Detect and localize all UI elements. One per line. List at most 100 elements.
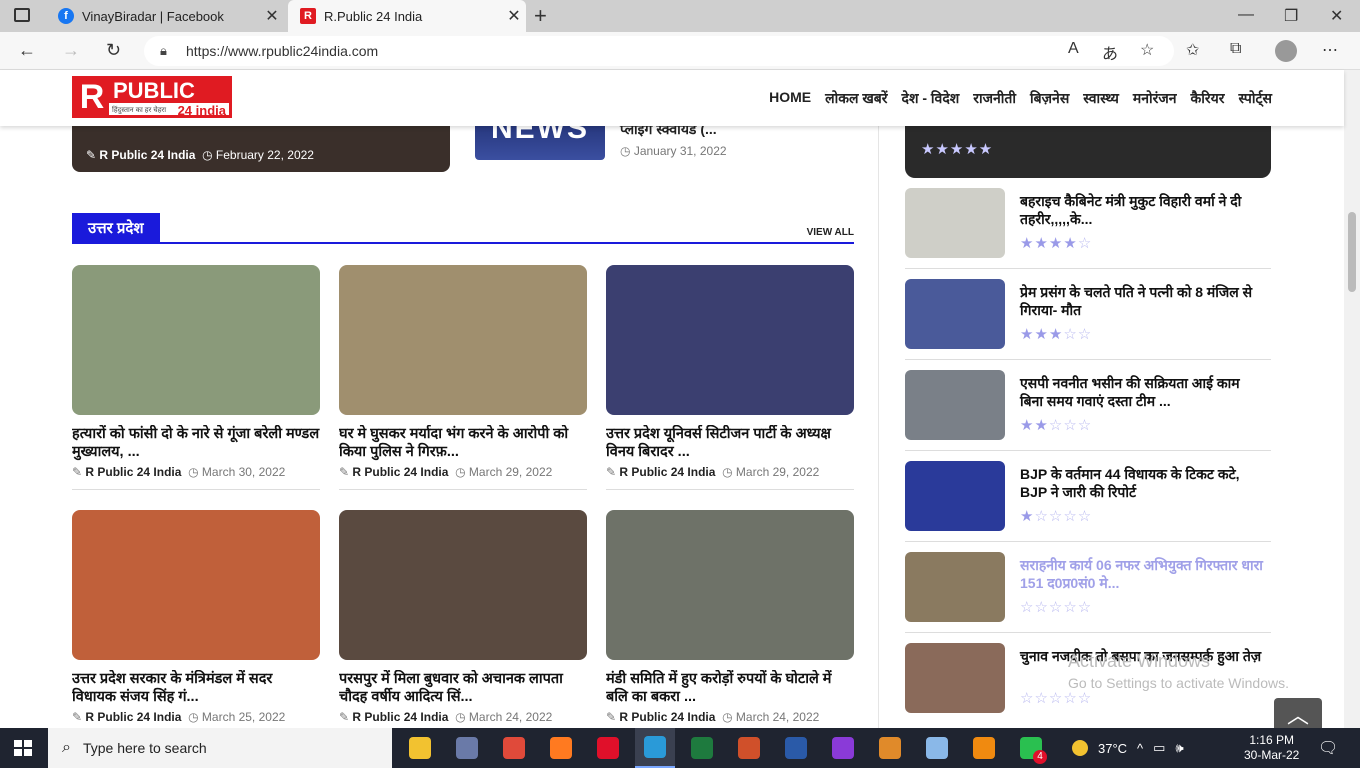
chrome-icon[interactable] [494,728,534,768]
article-title[interactable]: उत्तर प्रदेश सरकार के मंत्रिमंडल में सदर… [72,670,320,706]
article-card[interactable]: घर मे घुसकर मर्यादा भंग करने के आरोपी को… [339,265,587,490]
profile-avatar[interactable] [1275,40,1297,62]
article-card[interactable]: मंडी समिति में हुए करोड़ों रुपयों के घोट… [606,510,854,728]
sidebar-thumbnail[interactable] [905,643,1005,713]
sidebar-item[interactable]: बहराइच कैबिनेट मंत्री मुकुट विहारी वर्मा… [905,188,1271,269]
tab-facebook[interactable]: f VinayBiradar | Facebook ✕ [46,0,284,32]
menu-career[interactable]: कैरियर [1191,89,1225,108]
read-aloud-icon[interactable]: A [1068,40,1079,58]
forward-icon[interactable]: → [62,40,80,61]
menu-politics[interactable]: राजनीती [973,89,1016,108]
file-explorer-icon[interactable] [400,728,440,768]
menu-home[interactable]: HOME [769,89,811,108]
sidebar-thumbnail[interactable] [905,461,1005,531]
back-icon[interactable]: ← [18,40,36,61]
author-name[interactable]: R Public 24 India [352,710,448,724]
volume-icon[interactable]: 🕪︎ [1175,740,1183,756]
weather-icon[interactable] [1072,740,1088,756]
sidebar-title[interactable]: बहराइच कैबिनेट मंत्री मुकुट विहारी वर्मा… [1020,192,1265,228]
sidebar-title[interactable]: प्रेम प्रसंग के चलते पति ने पत्नी को 8 म… [1020,283,1265,319]
article-card[interactable]: उत्तर प्रदेश सरकार के मंत्रिमंडल में सदर… [72,510,320,728]
excel-icon[interactable] [682,728,722,768]
article-image[interactable] [606,265,854,415]
menu-local[interactable]: लोकल खबरें [825,89,887,108]
article-image[interactable] [606,510,854,660]
menu-business[interactable]: बिज़नेस [1030,89,1069,108]
close-window-icon[interactable]: ✕ [1330,6,1343,26]
minimize-icon[interactable]: — [1238,6,1254,24]
article-card[interactable]: उत्तर प्रदेश यूनिवर्स सिटीजन पार्टी के अ… [606,265,854,490]
top-story-card[interactable]: ✎ R Public 24 India ◷ February 22, 2022 [72,126,450,172]
edge-icon[interactable] [635,728,675,768]
word-icon[interactable] [776,728,816,768]
notepad-icon[interactable] [917,728,957,768]
notifications-icon[interactable]: 🗨︎ [1318,738,1338,758]
video-player-icon[interactable] [823,728,863,768]
scrollbar-thumb[interactable] [1348,212,1356,292]
close-icon[interactable]: ✕ [260,6,284,26]
scroll-to-top-button[interactable]: ︿ [1274,698,1322,728]
network-icon[interactable]: ▭ [1153,740,1165,756]
author-name[interactable]: R Public 24 India [619,465,715,479]
article-title[interactable]: उत्तर प्रदेश यूनिवर्स सिटीजन पार्टी के अ… [606,425,854,461]
article-title[interactable]: हत्यारों को फांसी दो के नारे से गूंजा बर… [72,425,320,461]
maximize-icon[interactable]: ❐ [1284,6,1298,26]
article-image[interactable] [72,510,320,660]
refresh-icon[interactable]: ↻ [106,40,121,61]
powerpoint-icon[interactable] [729,728,769,768]
start-icon[interactable] [14,740,32,756]
vlc-icon[interactable] [964,728,1004,768]
author-name[interactable]: R Public 24 India [85,465,181,479]
sidebar-item[interactable]: BJP के वर्तमान 44 विधायक के टिकट कटे, BJ… [905,461,1271,542]
sidebar-thumbnail[interactable] [905,370,1005,440]
collections-icon[interactable]: ⧉ [1230,40,1241,58]
author-name[interactable]: R Public 24 India [99,148,195,162]
view-all-link[interactable]: VIEW ALL [807,227,854,238]
add-favorite-icon[interactable]: ☆ [1140,40,1154,60]
close-icon[interactable]: ✕ [502,6,526,26]
taskbar-clock[interactable]: 1:16 PM 30-Mar-22 [1244,733,1299,763]
address-bar[interactable]: 🔒︎ https://www.rpublic24india.com [144,36,1174,66]
sidebar-thumbnail[interactable] [905,279,1005,349]
sidebar-item[interactable]: प्रेम प्रसंग के चलते पति ने पत्नी को 8 म… [905,279,1271,360]
author-name[interactable]: R Public 24 India [352,465,448,479]
sidebar-item[interactable]: सराहनीय कार्य 06 नफर अभियुक्त गिरफ्तार ध… [905,552,1271,633]
favorites-icon[interactable]: ✩ [1186,40,1199,60]
sidebar-thumbnail[interactable] [905,552,1005,622]
page-scrollbar[interactable] [1344,70,1360,728]
article-card[interactable]: हत्यारों को फांसी दो के नारे से गूंजा बर… [72,265,320,490]
sidebar-title[interactable]: BJP के वर्तमान 44 विधायक के टिकट कटे, BJ… [1020,465,1265,501]
lock-icon[interactable]: 🔒︎ [160,43,174,59]
firefox-icon[interactable] [541,728,581,768]
article-image[interactable] [339,510,587,660]
article-card[interactable]: परसपुर में मिला बुधवार को अचानक लापता चौ… [339,510,587,728]
top-story-title[interactable]: प्लाइंग स्क्वायड (... [620,126,717,139]
article-image[interactable] [339,265,587,415]
menu-sports[interactable]: स्पोर्ट्स [1238,89,1272,108]
menu-entertainment[interactable]: मनोरंजन [1133,89,1177,108]
author-name[interactable]: R Public 24 India [619,710,715,724]
menu-health[interactable]: स्वास्थ्य [1083,89,1119,108]
media-player-icon[interactable] [870,728,910,768]
translate-icon[interactable]: あ [1102,40,1118,64]
article-title[interactable]: परसपुर में मिला बुधवार को अचानक लापता चौ… [339,670,587,706]
site-logo[interactable]: R PUBLIC हिंदुस्तान का हर चेहरा 24 india [72,76,232,118]
menu-world[interactable]: देश - विदेश [902,89,960,108]
more-options-icon[interactable]: ⋯ [1322,40,1338,60]
sidebar-title[interactable]: एसपी नवनीत भसीन की सक्रियता आई काम बिना … [1020,374,1265,410]
whatsapp-icon[interactable]: 4 [1011,728,1051,768]
sidebar-title[interactable]: सराहनीय कार्य 06 नफर अभियुक्त गिरफ्तार ध… [1020,556,1265,592]
tab-rpublic[interactable]: R R.Public 24 India ✕ [288,0,526,32]
article-image[interactable] [72,265,320,415]
media-app-icon[interactable] [447,728,487,768]
author-name[interactable]: R Public 24 India [85,710,181,724]
news-thumbnail[interactable]: NEWS [475,126,605,160]
featured-story[interactable]: ★★★★★ [905,126,1271,178]
taskbar-search[interactable]: ⌕ Type here to search [48,728,392,768]
section-title[interactable]: उत्तर प्रदेश [72,213,160,242]
article-title[interactable]: घर मे घुसकर मर्यादा भंग करने के आरोपी को… [339,425,587,461]
chevron-up-icon[interactable]: ^ [1137,741,1143,756]
sidebar-item[interactable]: एसपी नवनीत भसीन की सक्रियता आई काम बिना … [905,370,1271,451]
sidebar-thumbnail[interactable] [905,188,1005,258]
new-tab-button[interactable]: + [534,3,547,29]
